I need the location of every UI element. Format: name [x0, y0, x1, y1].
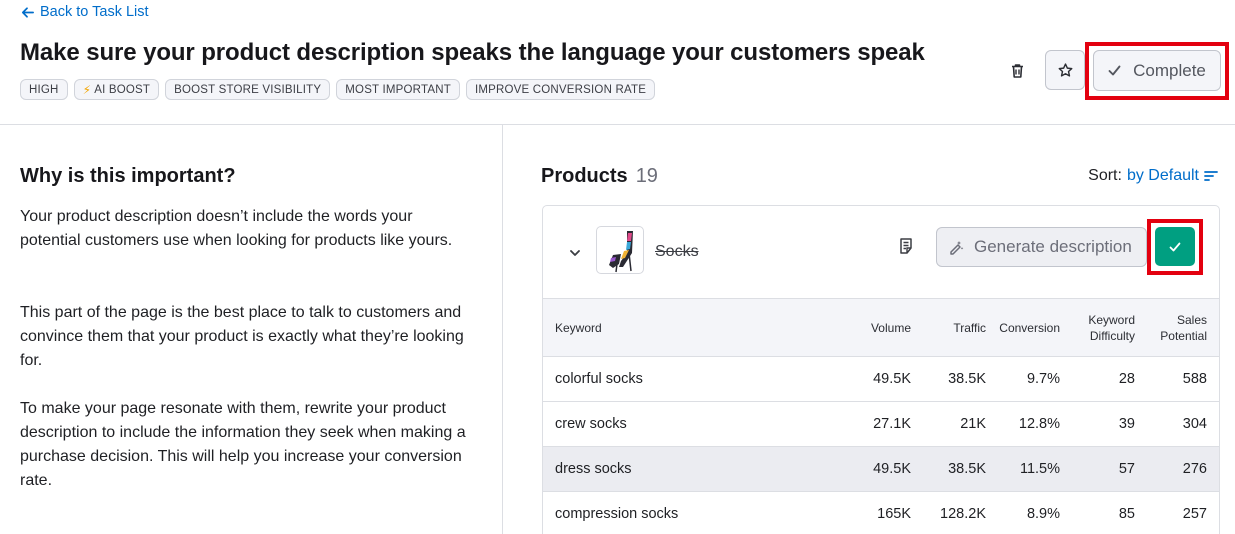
products-count: 19: [635, 165, 658, 187]
cell-keyword: crew socks: [543, 401, 843, 447]
products-heading: Products 19: [541, 165, 658, 188]
sort-control: Sort: by Default: [1088, 167, 1218, 185]
check-icon: [1169, 242, 1181, 251]
col-keyword-difficulty[interactable]: Keyword Difficulty: [1060, 298, 1135, 357]
table-header-row: Keyword Volume Traffic Conversion Keywor…: [543, 298, 1219, 357]
bolt-icon: ⚡: [82, 82, 92, 97]
cell-keyword-difficulty: 39: [1060, 401, 1135, 447]
cell-volume: 27.1K: [843, 401, 911, 447]
generate-description-button[interactable]: Generate description: [936, 227, 1147, 267]
magic-pen-icon: [950, 241, 964, 255]
cell-sales-potential: 304: [1135, 401, 1219, 447]
notes-icon[interactable]: [898, 237, 916, 255]
products-title: Products: [541, 165, 628, 187]
complete-button[interactable]: Complete: [1093, 50, 1221, 91]
tag-most-important: MOST IMPORTANT: [336, 79, 460, 100]
sort-icon[interactable]: [1204, 170, 1218, 182]
sock-image: [609, 231, 633, 273]
generate-description-label: Generate description: [974, 237, 1132, 256]
cell-conversion: 8.9%: [986, 491, 1060, 534]
star-icon: [1058, 62, 1072, 77]
product-thumbnail: [596, 226, 644, 274]
col-traffic[interactable]: Traffic: [911, 298, 986, 357]
cell-volume: 49.5K: [843, 446, 911, 492]
col-conversion[interactable]: Conversion: [986, 298, 1060, 357]
cell-sales-potential: 257: [1135, 491, 1219, 534]
product-card: Socks Generate description Keyword Volum…: [542, 205, 1220, 534]
cell-keyword-difficulty: 28: [1060, 356, 1135, 402]
tag-improve-conversion-rate: IMPROVE CONVERSION RATE: [465, 79, 656, 100]
sort-dropdown[interactable]: by Default: [1127, 167, 1199, 185]
back-link-label: Back to Task List: [40, 4, 149, 20]
cell-keyword-difficulty: 85: [1060, 491, 1135, 534]
cell-conversion: 9.7%: [986, 356, 1060, 402]
cell-sales-potential: 588: [1135, 356, 1219, 402]
table-row[interactable]: crew socks 27.1K 21K 12.8% 39 304: [543, 401, 1219, 447]
table-row-hovered[interactable]: dress socks 49.5K 38.5K 11.5% 57 276: [543, 446, 1219, 492]
col-sales-potential[interactable]: Sales Potential: [1135, 298, 1219, 357]
tag-priority: HIGH: [20, 79, 68, 100]
why-paragraph-2: This part of the page is the best place …: [20, 304, 464, 369]
cell-traffic: 38.5K: [911, 356, 986, 402]
header-divider: [0, 124, 1235, 125]
back-to-task-list-link[interactable]: Back to Task List: [20, 4, 149, 20]
why-paragraph-1: Your product description doesn’t include…: [20, 208, 453, 249]
cell-traffic: 21K: [911, 401, 986, 447]
col-keyword[interactable]: Keyword: [543, 298, 843, 357]
table-row[interactable]: compression socks 165K 128.2K 8.9% 85 25…: [543, 491, 1219, 534]
trash-icon: [1011, 64, 1023, 78]
check-icon: [1108, 65, 1121, 76]
page-title: Make sure your product description speak…: [20, 39, 925, 66]
cell-traffic: 128.2K: [911, 491, 986, 534]
complete-button-label: Complete: [1133, 60, 1206, 80]
tag-boost-store-visibility: BOOST STORE VISIBILITY: [165, 79, 331, 100]
table-row[interactable]: colorful socks 49.5K 38.5K 9.7% 28 588: [543, 356, 1219, 402]
why-paragraph-3: To make your page resonate with them, re…: [20, 400, 466, 489]
col-volume[interactable]: Volume: [843, 298, 911, 357]
tag-ai-boost: ⚡ AI BOOST: [73, 79, 160, 100]
cell-keyword: colorful socks: [543, 356, 843, 402]
tag-list: HIGH ⚡ AI BOOST BOOST STORE VISIBILITY MO…: [20, 79, 656, 100]
product-name[interactable]: Socks: [655, 243, 699, 261]
cell-sales-potential: 276: [1135, 446, 1219, 492]
cell-keyword: dress socks: [543, 446, 843, 492]
panel-divider: [502, 125, 503, 534]
delete-button[interactable]: [1003, 58, 1031, 84]
chevron-down-icon[interactable]: [567, 245, 583, 261]
cell-volume: 165K: [843, 491, 911, 534]
keywords-table: Keyword Volume Traffic Conversion Keywor…: [543, 298, 1219, 534]
sort-label: Sort:: [1088, 167, 1122, 184]
cell-conversion: 12.8%: [986, 401, 1060, 447]
cell-keyword: compression socks: [543, 491, 843, 534]
arrow-left-icon: [21, 6, 34, 18]
cell-traffic: 38.5K: [911, 446, 986, 492]
cell-keyword-difficulty: 57: [1060, 446, 1135, 492]
cell-volume: 49.5K: [843, 356, 911, 402]
favorite-button[interactable]: [1045, 50, 1085, 90]
why-important-heading: Why is this important?: [20, 165, 236, 187]
cell-conversion: 11.5%: [986, 446, 1060, 492]
mark-done-button[interactable]: [1155, 227, 1195, 266]
